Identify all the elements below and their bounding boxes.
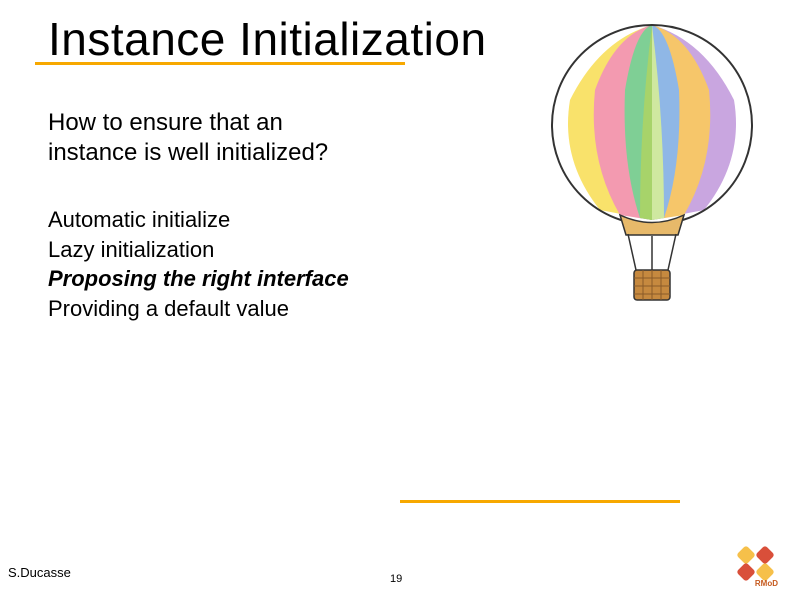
bullet-list: Automatic initialize Lazy initialization… bbox=[48, 205, 349, 324]
subtitle-line-1: How to ensure that an bbox=[48, 108, 328, 138]
author-label: S.Ducasse bbox=[8, 565, 71, 580]
bottom-divider bbox=[400, 500, 680, 503]
rmod-logo-text: RMoD bbox=[755, 579, 778, 588]
balloon-illustration bbox=[540, 20, 765, 320]
bullet-item: Lazy initialization bbox=[48, 235, 349, 265]
subtitle-line-2: instance is well initialized? bbox=[48, 138, 328, 168]
bullet-item-emphasized: Proposing the right interface bbox=[48, 264, 349, 294]
bullet-item: Providing a default value bbox=[48, 294, 349, 324]
slide-subtitle: How to ensure that an instance is well i… bbox=[48, 108, 328, 168]
bullet-item: Automatic initialize bbox=[48, 205, 349, 235]
page-number: 19 bbox=[390, 573, 402, 585]
slide-title: Instance Initialization bbox=[48, 12, 487, 66]
